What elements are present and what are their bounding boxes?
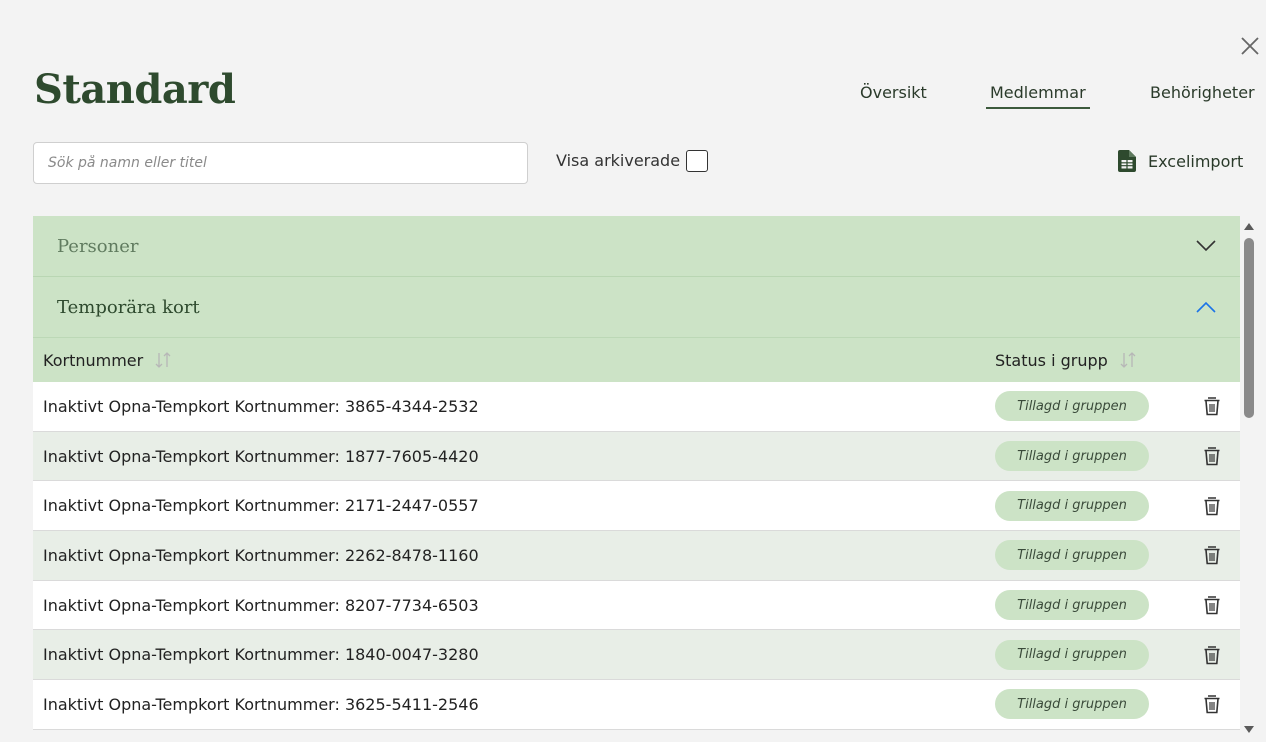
- status-badge: Tillagd i gruppen: [995, 391, 1149, 422]
- card-name: Inaktivt Opna-Tempkort Kortnummer: 8207-…: [43, 595, 479, 615]
- card-name: Inaktivt Opna-Tempkort Kortnummer: 1840-…: [43, 645, 479, 665]
- status-badge: Tillagd i gruppen: [995, 441, 1149, 472]
- column-card-number-label: Kortnummer: [43, 350, 144, 370]
- table-row: Inaktivt Opna-Tempkort Kortnummer: 3865-…: [33, 382, 1240, 432]
- trash-icon[interactable]: [1201, 644, 1223, 666]
- table-header: Kortnummer Status i grupp: [33, 338, 1240, 382]
- trash-icon[interactable]: [1201, 445, 1223, 467]
- scroll-up-arrow-icon[interactable]: [1244, 222, 1254, 230]
- section-temp-cards-title: Temporära kort: [57, 296, 200, 318]
- trash-icon[interactable]: [1201, 395, 1223, 417]
- sort-icon: [1120, 352, 1136, 368]
- column-status-label: Status i grupp: [995, 350, 1108, 370]
- show-archived-checkbox[interactable]: [686, 150, 708, 172]
- section-persons-title: Personer: [57, 235, 139, 257]
- card-name: Inaktivt Opna-Tempkort Kortnummer: 3625-…: [43, 694, 479, 714]
- status-badge: Tillagd i gruppen: [995, 490, 1149, 521]
- scrollbar-thumb[interactable]: [1244, 238, 1254, 418]
- status-badge: Tillagd i gruppen: [995, 540, 1149, 571]
- tab-medlemmar[interactable]: Medlemmar: [986, 83, 1090, 109]
- sort-icon: [155, 352, 171, 368]
- chevron-down-icon: [1196, 240, 1216, 252]
- card-name: Inaktivt Opna-Tempkort Kortnummer: 2262-…: [43, 545, 479, 565]
- trash-icon[interactable]: [1201, 693, 1223, 715]
- section-persons[interactable]: Personer: [33, 216, 1240, 277]
- tab-behorigheter[interactable]: Behörigheter: [1150, 83, 1255, 102]
- scroll-down-arrow-icon[interactable]: [1244, 726, 1254, 734]
- status-badge: Tillagd i gruppen: [995, 590, 1149, 621]
- table-row: Inaktivt Opna-Tempkort Kortnummer: 1877-…: [33, 431, 1240, 482]
- card-name: Inaktivt Opna-Tempkort Kortnummer: 3865-…: [43, 396, 479, 416]
- status-badge: Tillagd i gruppen: [995, 639, 1149, 670]
- status-badge: Tillagd i gruppen: [995, 689, 1149, 720]
- column-card-number[interactable]: Kortnummer: [43, 350, 173, 370]
- table-row: Inaktivt Opna-Tempkort Kortnummer: 2262-…: [33, 531, 1240, 581]
- trash-icon[interactable]: [1201, 495, 1223, 517]
- table-row: Inaktivt Opna-Tempkort Kortnummer: 3625-…: [33, 680, 1240, 730]
- table-row: Inaktivt Opna-Tempkort Kortnummer: 8207-…: [33, 580, 1240, 631]
- card-name: Inaktivt Opna-Tempkort Kortnummer: 1877-…: [43, 446, 479, 466]
- search-input[interactable]: [33, 142, 528, 184]
- card-name: Inaktivt Opna-Tempkort Kortnummer: 2171-…: [43, 496, 479, 516]
- tab-oversikt[interactable]: Översikt: [860, 83, 927, 102]
- scrollbar[interactable]: [1241, 216, 1257, 742]
- table-row: Inaktivt Opna-Tempkort Kortnummer: 2171-…: [33, 481, 1240, 532]
- excel-import-label: Excelimport: [1148, 151, 1244, 171]
- trash-icon[interactable]: [1201, 544, 1223, 566]
- excel-import-button[interactable]: Excelimport: [1118, 148, 1243, 174]
- member-list: Personer Temporära kort Kortnummer Statu…: [33, 216, 1240, 742]
- trash-icon[interactable]: [1201, 594, 1223, 616]
- show-archived-label: Visa arkiverade: [556, 151, 681, 170]
- close-icon[interactable]: [1238, 34, 1262, 58]
- dialog: Standard Översikt Medlemmar Behörigheter…: [0, 0, 1266, 742]
- table-row: Inaktivt Opna-Tempkort Kortnummer: 1840-…: [33, 630, 1240, 681]
- column-status[interactable]: Status i grupp: [995, 350, 1138, 370]
- section-temp-cards[interactable]: Temporära kort: [33, 277, 1240, 338]
- chevron-up-icon: [1196, 301, 1216, 313]
- page-title: Standard: [34, 66, 236, 113]
- spreadsheet-file-icon: [1118, 150, 1136, 172]
